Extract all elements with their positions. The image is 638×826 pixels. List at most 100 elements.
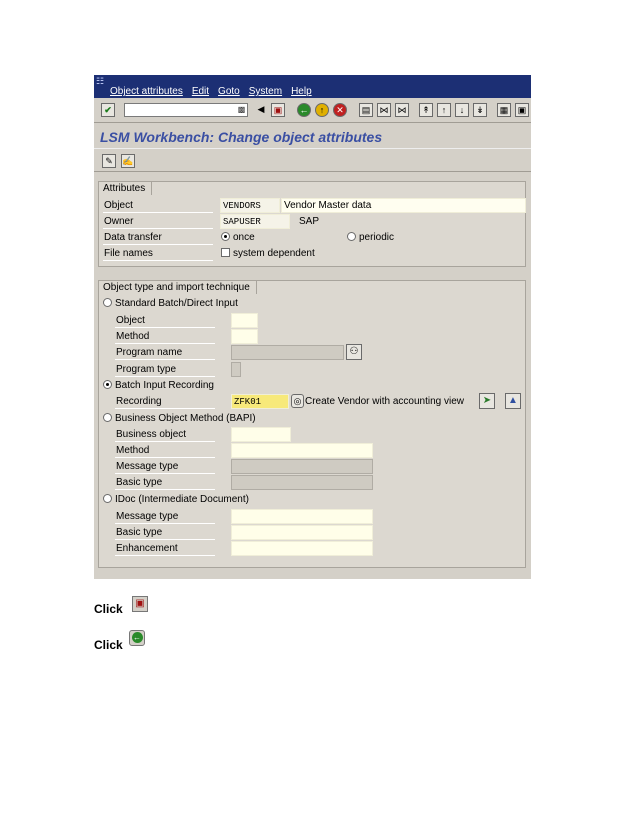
menu-goto[interactable]: Goto xyxy=(218,86,240,97)
idoc-message-type-row: Message type xyxy=(103,509,523,525)
idoc-enhancement-row: Enhancement xyxy=(103,541,523,557)
idoc-basic-type-label: Basic type xyxy=(115,525,215,540)
bapi-basic-type-row: Basic type xyxy=(103,475,523,491)
back-icon[interactable]: ← xyxy=(297,103,311,117)
standard-toolbar: ✔ ▩ ◀ ▣ ← ↑ ✕ ▤ ⋈ ⋈ ↟ ↑ ↓ ↡ ▦ ▣ xyxy=(94,98,531,123)
bapi-message-type-field xyxy=(231,459,373,474)
bapi-object-field[interactable] xyxy=(231,427,291,442)
object-field: VENDORS xyxy=(220,198,280,213)
save-icon[interactable]: ▣ xyxy=(271,103,285,117)
attributes-tab-label: Attributes xyxy=(98,181,153,195)
bapi-message-type-row: Message type xyxy=(103,459,523,475)
data-transfer-label: Data transfer xyxy=(103,230,213,245)
next-page-icon[interactable]: ↓ xyxy=(455,103,469,117)
sb-program-type-field xyxy=(231,362,241,377)
bapi-message-type-label: Message type xyxy=(115,459,215,474)
triangle-left-icon[interactable]: ◀ xyxy=(254,103,268,117)
idoc-basic-type-field[interactable] xyxy=(231,525,373,540)
first-page-icon[interactable]: ↟ xyxy=(419,103,433,117)
sb-object-label: Object xyxy=(115,313,215,328)
batch-input-radio[interactable]: Batch Input Recording xyxy=(103,378,214,393)
command-field[interactable]: ▩ xyxy=(124,103,248,117)
last-page-icon[interactable]: ↡ xyxy=(473,103,487,117)
idoc-basic-type-row: Basic type xyxy=(103,525,523,541)
radio-empty-icon xyxy=(103,413,112,422)
radio-empty-icon xyxy=(103,298,112,307)
standard-batch-row: Standard Batch/Direct Input xyxy=(103,296,523,312)
back-arrow-icon: ← xyxy=(131,632,143,643)
idoc-radio[interactable]: IDoc (Intermediate Document) xyxy=(103,492,249,507)
edit-pencil-icon[interactable]: ✎ xyxy=(102,154,116,168)
once-radio[interactable]: once xyxy=(221,230,255,245)
periodic-radio[interactable]: periodic xyxy=(347,230,394,245)
instruction-click-back: Click xyxy=(94,638,123,652)
enter-icon[interactable]: ✔ xyxy=(101,103,115,117)
recording-detail-icon[interactable]: ◎ xyxy=(291,394,304,408)
sb-program-name-label: Program name xyxy=(115,345,215,360)
sb-program-type-row: Program type xyxy=(103,362,523,378)
sb-method-label: Method xyxy=(115,329,215,344)
idoc-message-type-field[interactable] xyxy=(231,509,373,524)
command-history-icon[interactable]: ▩ xyxy=(237,105,246,115)
owner-row: Owner SAPUSER SAP xyxy=(103,214,523,230)
radio-empty-icon xyxy=(347,232,356,241)
edit-recording-icon[interactable]: ➤ xyxy=(479,393,495,409)
data-transfer-row: Data transfer once periodic xyxy=(103,230,523,246)
shortcut-icon[interactable]: ▣ xyxy=(515,103,529,117)
radio-selected-icon xyxy=(103,380,112,389)
recording-row: Recording ZFK01 ◎ Create Vendor with acc… xyxy=(103,393,523,410)
object-description: Vendor Master data xyxy=(281,198,526,213)
menu-system[interactable]: System xyxy=(249,86,282,97)
radio-empty-icon xyxy=(103,494,112,503)
attributes-group: Attributes Object VENDORS Vendor Master … xyxy=(98,181,526,267)
import-tab-label: Object type and import technique xyxy=(98,280,257,294)
idoc-enhancement-label: Enhancement xyxy=(115,541,215,556)
sap-menu-icon[interactable]: ☷ xyxy=(96,76,104,87)
menu-items: Object attributes Edit Goto System Help xyxy=(110,86,312,97)
exit-icon[interactable]: ↑ xyxy=(315,103,329,117)
standard-batch-radio[interactable]: Standard Batch/Direct Input xyxy=(103,296,238,311)
bapi-basic-type-field xyxy=(231,475,373,490)
file-names-label: File names xyxy=(103,246,213,261)
recording-label: Recording xyxy=(115,394,215,409)
bapi-method-field[interactable] xyxy=(231,443,373,458)
recording-field[interactable]: ZFK01 xyxy=(231,394,289,409)
sb-method-row: Method xyxy=(103,329,523,345)
page-title: LSM Workbench: Change object attributes xyxy=(100,129,383,145)
application-toolbar: ✎ ✍ xyxy=(94,148,531,172)
object-label: Object xyxy=(103,198,213,213)
save-icon: ▣ xyxy=(132,596,148,612)
system-dependent-checkbox[interactable]: system dependent xyxy=(221,246,315,261)
menu-bar: ☷ Object attributes Edit Goto System Hel… xyxy=(94,75,531,98)
import-technique-group: Object type and import technique Standar… xyxy=(98,280,526,568)
cancel-icon[interactable]: ✕ xyxy=(333,103,347,117)
bapi-method-row: Method xyxy=(103,443,523,459)
file-names-row: File names system dependent xyxy=(103,246,523,262)
menu-object-attributes[interactable]: Object attributes xyxy=(110,86,183,97)
idoc-enhancement-field[interactable] xyxy=(231,541,373,556)
recording-overview-icon[interactable]: ▲ xyxy=(505,393,521,409)
create-session-icon[interactable]: ▦ xyxy=(497,103,511,117)
back-icon: ← xyxy=(129,630,145,646)
sap-window: ☷ Object attributes Edit Goto System Hel… xyxy=(94,75,531,579)
idoc-message-type-label: Message type xyxy=(115,509,215,524)
find-icon[interactable]: ⋈ xyxy=(377,103,391,117)
bapi-row: Business Object Method (BAPI) xyxy=(103,411,523,427)
bapi-method-label: Method xyxy=(115,443,215,458)
display-program-icon[interactable]: ⚇ xyxy=(346,344,362,360)
owner-label: Owner xyxy=(103,214,213,229)
sb-object-field[interactable] xyxy=(231,313,258,328)
bapi-radio[interactable]: Business Object Method (BAPI) xyxy=(103,411,256,426)
menu-help[interactable]: Help xyxy=(291,86,312,97)
previous-page-icon[interactable]: ↑ xyxy=(437,103,451,117)
menu-edit[interactable]: Edit xyxy=(192,86,209,97)
print-icon[interactable]: ▤ xyxy=(359,103,373,117)
sb-program-type-label: Program type xyxy=(115,362,215,377)
bapi-basic-type-label: Basic type xyxy=(115,475,215,490)
checkbox-icon xyxy=(221,248,230,257)
find-next-icon[interactable]: ⋈ xyxy=(395,103,409,117)
change-icon[interactable]: ✍ xyxy=(121,154,135,168)
sb-method-field[interactable] xyxy=(231,329,258,344)
instruction-click-save: Click xyxy=(94,602,123,616)
batch-input-row: Batch Input Recording xyxy=(103,378,523,394)
